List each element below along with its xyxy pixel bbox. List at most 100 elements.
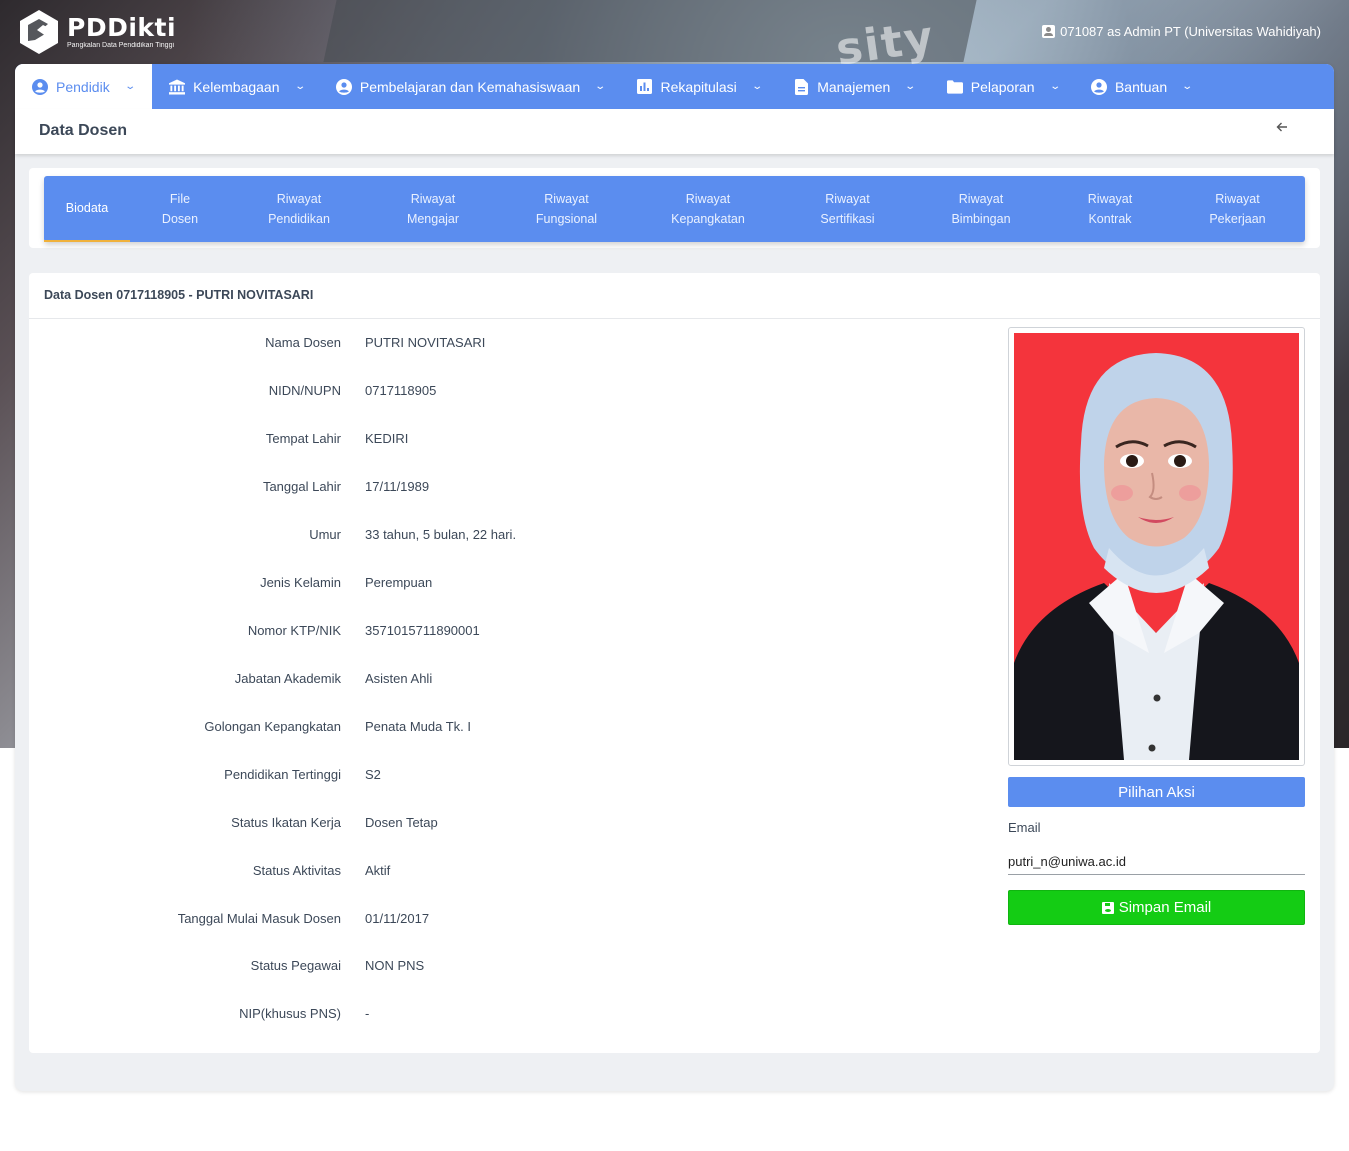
tab-riwayat-kontrak[interactable]: Riwayat Kontrak — [1048, 176, 1172, 242]
detail-tabs: Biodata File Dosen Riwayat Pendidikan Ri… — [44, 176, 1305, 242]
field-value: Aktif — [365, 863, 391, 878]
field-label: Jenis Kelamin — [260, 575, 341, 590]
nav-item-pembelajaran[interactable]: Pembelajaran dan Kemahasiswaan ⌄ — [319, 64, 620, 109]
chevron-down-icon: ⌄ — [594, 81, 607, 92]
tab-label-line2: Sertifikasi — [820, 212, 875, 226]
field-row: Umur 33 tahun, 5 bulan, 22 hari. — [29, 527, 989, 547]
user-circle-icon — [32, 78, 48, 95]
save-email-button[interactable]: Simpan Email — [1008, 890, 1305, 925]
tab-label-line2: Dosen — [161, 212, 199, 226]
nav-label: Pembelajaran dan Kemahasiswaan — [359, 78, 581, 95]
tab-label-line2: Fungsional — [535, 212, 598, 226]
card-title: Data Dosen 0717118905 - PUTRI NOVITASARI — [44, 288, 314, 302]
document-icon — [793, 78, 809, 95]
field-value: 17/11/1989 — [365, 479, 430, 494]
field-row: Pendidikan Tertinggi S2 — [29, 767, 989, 787]
page-header: Data Dosen — [15, 109, 1334, 154]
field-row: NIP(khusus PNS) - — [29, 1006, 989, 1026]
chevron-down-icon: ⌄ — [1048, 81, 1061, 92]
field-value: 0717118905 — [365, 383, 437, 398]
logo-title: PDDikti — [67, 12, 177, 42]
nav-label: Pelaporan — [970, 78, 1035, 95]
tab-label-line2: Mengajar — [406, 212, 460, 226]
tab-label-line1: Riwayat — [276, 192, 322, 206]
user-info[interactable]: 071087 as Admin PT (Universitas Wahidiya… — [1042, 24, 1321, 39]
tab-label-line1: Riwayat — [825, 192, 870, 206]
page-title: Data Dosen — [39, 122, 128, 139]
tab-riwayat-kepangkatan[interactable]: Riwayat Kepangkatan — [635, 176, 781, 242]
back-button[interactable] — [1276, 120, 1288, 137]
nav-label: Kelembagaan — [193, 78, 280, 95]
field-value: Penata Muda Tk. I — [365, 719, 471, 734]
tab-riwayat-sertifikasi[interactable]: Riwayat Sertifikasi — [781, 176, 914, 242]
divider — [29, 318, 1320, 319]
field-label: Status Aktivitas — [252, 863, 341, 878]
user-info-text: 071087 as Admin PT (Universitas Wahidiya… — [1060, 24, 1321, 39]
bar-chart-icon — [637, 79, 653, 95]
tab-file-dosen[interactable]: File Dosen — [130, 176, 230, 242]
field-row: Status Aktivitas Aktif — [29, 863, 989, 883]
nav-item-pelaporan[interactable]: Pelaporan ⌄ — [930, 64, 1074, 109]
tab-label-line1: Riwayat — [1087, 192, 1133, 206]
field-value: 33 tahun, 5 bulan, 22 hari. — [365, 527, 517, 542]
field-value: KEDIRI — [365, 431, 409, 446]
tab-label-line2: Pekerjaan — [1209, 212, 1266, 226]
field-label: Jabatan Akademik — [234, 671, 341, 686]
chevron-down-icon: ⌄ — [751, 81, 763, 92]
nav-label: Bantuan — [1114, 78, 1168, 95]
field-row: Nama Dosen PUTRI NOVITASARI — [29, 335, 989, 355]
tab-label-line1: File — [169, 192, 191, 206]
nav-item-manajemen[interactable]: Manajemen ⌄ — [776, 64, 930, 109]
biodata-card: Data Dosen 0717118905 - PUTRI NOVITASARI… — [29, 273, 1320, 1053]
field-value: Asisten Ahli — [365, 671, 433, 686]
tab-label-line1: Riwayat — [685, 192, 731, 206]
field-value: 3571015711890001 — [365, 623, 480, 638]
tab-riwayat-pendidikan[interactable]: Riwayat Pendidikan — [230, 176, 368, 242]
nav-label: Pendidik — [56, 78, 110, 95]
nav-item-rekapitulasi[interactable]: Rekapitulasi ⌄ — [620, 64, 777, 109]
tab-label-line1: Riwayat — [544, 192, 589, 206]
tab-label-line2: Kepangkatan — [671, 212, 745, 226]
tab-biodata[interactable]: Biodata — [44, 176, 130, 242]
profile-photo — [1014, 333, 1299, 760]
tab-riwayat-bimbingan[interactable]: Riwayat Bimbingan — [914, 176, 1048, 242]
save-email-label: Simpan Email — [1118, 899, 1212, 916]
field-row: Golongan Kepangkatan Penata Muda Tk. I — [29, 719, 989, 739]
tab-label-line1: Riwayat — [1215, 192, 1260, 206]
user-badge-icon — [1042, 25, 1056, 38]
tab-riwayat-pekerjaan[interactable]: Riwayat Pekerjaan — [1172, 176, 1303, 242]
chevron-down-icon: ⌄ — [124, 81, 136, 92]
nav-item-kelembagaan[interactable]: Kelembagaan ⌄ — [152, 64, 319, 109]
field-label: Tanggal Lahir — [262, 479, 341, 494]
chevron-down-icon: ⌄ — [1181, 81, 1194, 92]
field-label: Tempat Lahir — [265, 431, 341, 446]
tab-label-line1: Riwayat — [410, 192, 456, 206]
chevron-down-icon: ⌄ — [293, 81, 306, 92]
field-row: Tanggal Lahir 17/11/1989 — [29, 479, 989, 499]
field-value: Perempuan — [365, 575, 433, 590]
field-label: Nama Dosen — [265, 335, 341, 350]
user-circle-icon — [1090, 78, 1107, 95]
nav-item-bantuan[interactable]: Bantuan ⌄ — [1074, 64, 1207, 109]
field-row: Status Pegawai NON PNS — [29, 958, 989, 978]
email-field[interactable] — [1008, 849, 1305, 875]
field-value: S2 — [365, 767, 381, 782]
tab-label: Biodata — [65, 201, 109, 215]
main-navbar: Pendidik ⌄ Kelembagaan ⌄ Pembelajaran da… — [15, 64, 1334, 109]
field-value: Dosen Tetap — [365, 815, 438, 830]
profile-photo-frame — [1008, 327, 1305, 766]
field-label: Umur — [309, 527, 341, 542]
logo[interactable]: PDDikti Pangkalan Data Pendidikan Tinggi — [15, 8, 176, 56]
field-row: Tanggal Mulai Masuk Dosen 01/11/2017 — [29, 911, 989, 931]
logo-subtitle: Pangkalan Data Pendidikan Tinggi — [67, 41, 175, 49]
tab-riwayat-fungsional[interactable]: Riwayat Fungsional — [498, 176, 635, 242]
field-label: Status Ikatan Kerja — [231, 815, 341, 830]
email-label: Email — [1008, 820, 1041, 835]
nav-label: Rekapitulasi — [660, 78, 737, 95]
nav-item-pendidik[interactable]: Pendidik ⌄ — [15, 64, 153, 109]
tab-label-line2: Kontrak — [1088, 212, 1132, 226]
action-menu-button[interactable]: Pilihan Aksi — [1008, 777, 1305, 807]
field-value: - — [365, 1006, 370, 1021]
institution-icon — [169, 78, 186, 95]
tab-riwayat-mengajar[interactable]: Riwayat Mengajar — [368, 176, 498, 242]
